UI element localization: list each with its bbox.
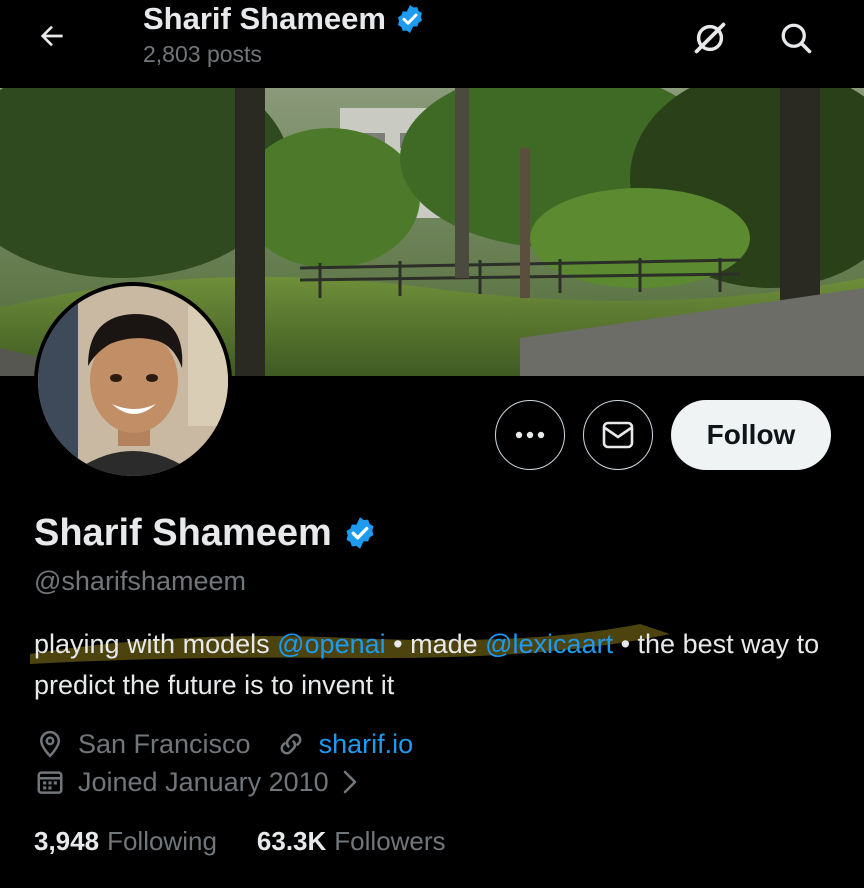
header-name-text: Sharif Shameem (143, 1, 386, 36)
verified-badge-icon (397, 5, 422, 33)
link-icon (275, 728, 307, 760)
profile-name: Sharif Shameem (34, 510, 378, 556)
followers-link[interactable]: 63.3K Followers (257, 826, 446, 857)
joined-row[interactable]: Joined January 2010 (34, 766, 359, 798)
search-icon (781, 23, 812, 54)
back-button[interactable] (28, 16, 76, 56)
website-link[interactable]: sharif.io (319, 729, 414, 760)
following-link[interactable]: 3,948 Following (34, 826, 217, 857)
chevron-right-icon (341, 769, 359, 795)
location-pin-icon (34, 728, 66, 760)
joined-text: Joined January 2010 (78, 766, 329, 797)
header-title: Sharif Shameem 2,803 posts (143, 0, 426, 68)
verified-badge-icon[interactable] (342, 515, 378, 551)
bio-text-1: playing with models (34, 629, 278, 659)
header-name: Sharif Shameem (143, 0, 426, 38)
followers-label: Followers (334, 826, 446, 856)
posts-count: 2,803 posts (143, 41, 262, 67)
top-bar: Sharif Shameem 2,803 posts (0, 0, 864, 88)
followers-count: 63.3K (256, 826, 327, 856)
location-text: San Francisco (78, 728, 251, 759)
arrow-left-icon (40, 25, 63, 47)
profile-name-text: Sharif Shameem (34, 512, 332, 554)
avatar[interactable] (34, 282, 232, 480)
search-button[interactable] (772, 14, 820, 62)
message-button[interactable] (583, 400, 653, 470)
more-button[interactable] (495, 400, 565, 470)
mention-link-lexicaart[interactable]: @lexicaart (485, 629, 613, 659)
grok-icon (694, 22, 726, 54)
profile-meta-row: San Francisco sharif.io (34, 728, 413, 760)
bio-text-2: • made (385, 629, 486, 659)
more-dots-icon (515, 431, 545, 439)
mail-icon (602, 421, 634, 449)
profile-bio: playing with models @openai • made @lexi… (34, 624, 834, 706)
grok-button[interactable] (686, 14, 734, 62)
following-label: Following (107, 826, 217, 856)
follow-button[interactable]: Follow (671, 400, 831, 470)
profile-handle: @sharifshameem (34, 566, 246, 596)
follow-stats: 3,948 Following 63.3K Followers (34, 826, 486, 857)
calendar-icon (34, 766, 66, 798)
mention-link-openai[interactable]: @openai (277, 629, 386, 659)
following-count: 3,948 (34, 826, 100, 856)
